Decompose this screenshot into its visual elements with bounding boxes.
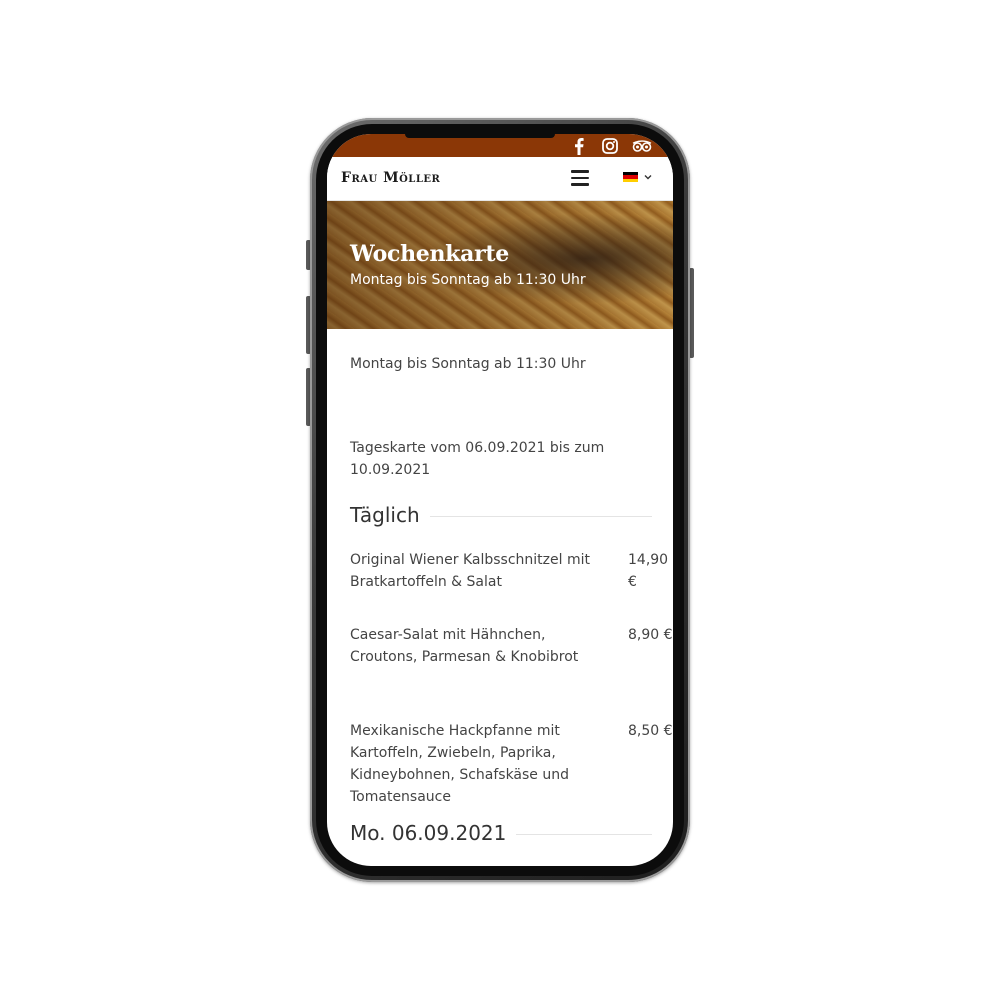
section-divider	[516, 833, 652, 835]
tripadvisor-icon[interactable]	[631, 137, 653, 155]
section-title-taeglich: Täglich	[350, 503, 652, 527]
phone-notch	[405, 134, 555, 138]
facebook-icon[interactable]	[571, 137, 587, 155]
instagram-icon[interactable]	[601, 137, 619, 155]
social-topbar	[327, 134, 673, 157]
hero-banner: Wochenkarte Montag bis Sonntag ab 11:30 …	[327, 201, 673, 329]
opening-hours-text: Montag bis Sonntag ab 11:30 Uhr	[350, 356, 586, 372]
section-title-text: Mo. 06.09.2021	[350, 821, 507, 845]
phone-screen: Frau Möller Wochenkarte Montag bis Sonnt…	[327, 134, 673, 866]
mockup-stage: Frau Möller Wochenkarte Montag bis Sonnt…	[0, 0, 1000, 1000]
hero-title: Wochenkarte	[350, 241, 509, 267]
hero-subtitle: Montag bis Sonntag ab 11:30 Uhr	[350, 272, 586, 288]
language-selector[interactable]	[623, 172, 652, 182]
section-title-monday: Mo. 06.09.2021	[350, 821, 652, 845]
section-title-text: Täglich	[350, 503, 420, 527]
menu-item-price: 14,90 €	[628, 552, 669, 590]
section-divider	[429, 515, 652, 517]
chevron-down-icon	[644, 175, 652, 180]
hamburger-line	[571, 176, 589, 179]
menu-item-name: Original Wiener Kalbsschnitzel mit Bratk…	[350, 552, 590, 590]
site-logo[interactable]: Frau Möller	[341, 170, 440, 186]
german-flag-icon	[623, 172, 638, 182]
hamburger-line	[571, 170, 589, 173]
menu-item-price: 8,90 €	[628, 627, 673, 643]
menu-item-name: Mexikanische Hackpfanne mit Kartoffeln, …	[350, 723, 570, 805]
main-navbar: Frau Möller	[327, 157, 673, 201]
menu-item-price: 8,50 €	[628, 723, 673, 739]
hamburger-line	[571, 183, 589, 186]
hamburger-icon[interactable]	[571, 170, 589, 186]
menu-item-name: Caesar-Salat mit Hähnchen, Croutons, Par…	[350, 627, 579, 665]
menu-date-range: Tageskarte vom 06.09.2021 bis zum 10.09.…	[350, 440, 605, 478]
